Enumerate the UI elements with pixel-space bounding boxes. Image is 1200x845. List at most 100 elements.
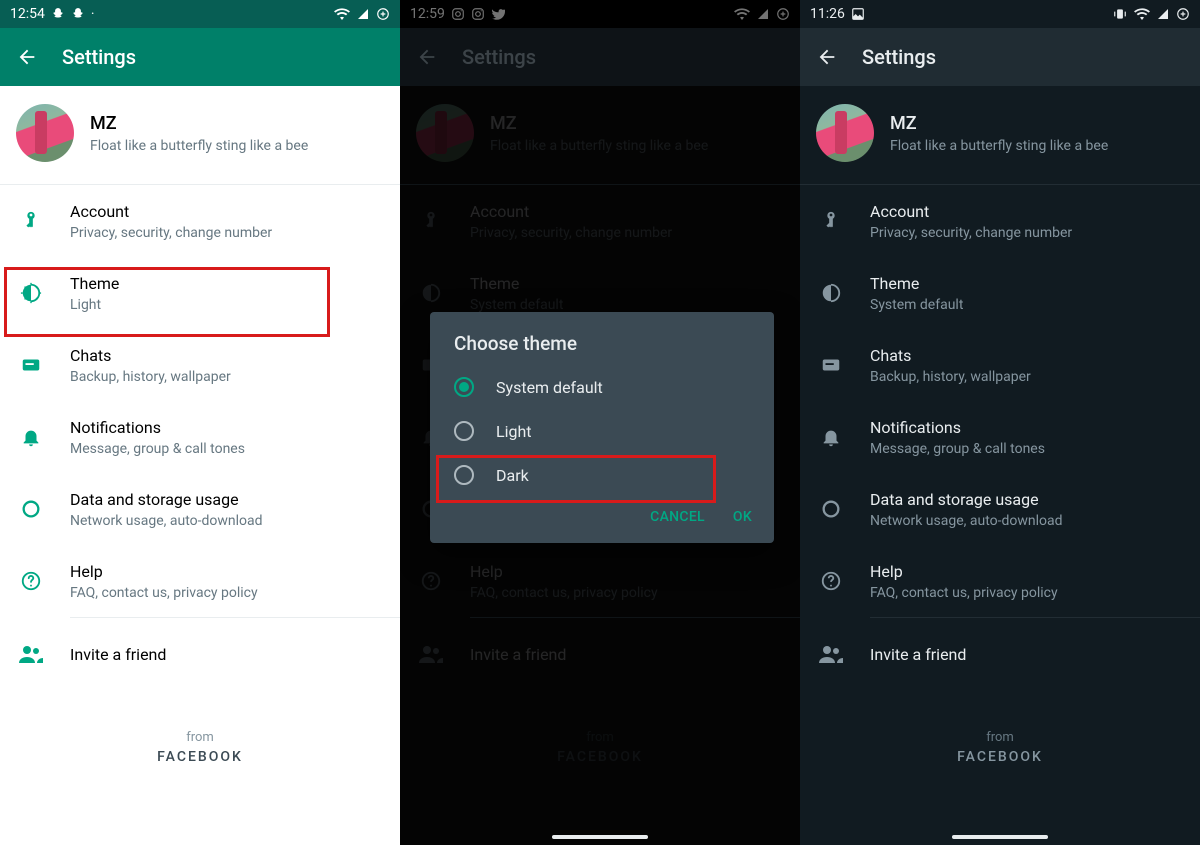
- data-usage-icon: [820, 498, 842, 520]
- option-label: Dark: [496, 466, 529, 485]
- notif-sub: Message, group & call tones: [70, 441, 245, 457]
- cellular-icon: [1156, 8, 1170, 20]
- option-label: Light: [496, 422, 532, 441]
- profile-status: Float like a butterfly sting like a bee: [890, 138, 1108, 154]
- help-icon: [820, 570, 842, 592]
- account-title: Account: [870, 202, 1072, 221]
- settings-item-invite[interactable]: Invite a friend: [0, 618, 400, 690]
- settings-item-chats[interactable]: Chats Backup, history, wallpaper: [0, 329, 400, 401]
- page-title: Settings: [862, 45, 936, 69]
- notif-title: Notifications: [870, 418, 1045, 437]
- settings-item-chats[interactable]: Chats Backup, history, wallpaper: [800, 329, 1200, 401]
- theme-sub: Light: [70, 297, 119, 313]
- theme-option-light[interactable]: Light: [430, 409, 774, 453]
- settings-item-help[interactable]: HelpFAQ, contact us, privacy policy: [0, 545, 400, 617]
- theme-option-default[interactable]: System default: [430, 365, 774, 409]
- radio-icon: [454, 465, 474, 485]
- wifi-icon: [334, 8, 350, 20]
- account-title: Account: [70, 202, 272, 221]
- profile-name: MZ: [890, 113, 1108, 134]
- clock: 11:26: [810, 6, 845, 22]
- settings-item-account[interactable]: Account Privacy, security, change number: [800, 185, 1200, 257]
- statusbar: 11:26: [800, 0, 1200, 28]
- invite-title: Invite a friend: [70, 645, 166, 664]
- profile-name: MZ: [90, 113, 308, 134]
- settings-item-data[interactable]: Data and storage usage Network usage, aut…: [800, 473, 1200, 545]
- vibrate-icon: [1112, 7, 1128, 21]
- data-title: Data and storage usage: [870, 490, 1063, 509]
- back-icon[interactable]: [16, 46, 38, 68]
- footer-facebook: FACEBOOK: [0, 749, 400, 765]
- footer-facebook: FACEBOOK: [800, 749, 1200, 765]
- key-icon: [820, 210, 842, 232]
- footer-from: from: [0, 730, 400, 745]
- avatar: [816, 104, 874, 162]
- help-sub: FAQ, contact us, privacy policy: [70, 585, 258, 601]
- notif-title: Notifications: [70, 418, 245, 437]
- profile-status: Float like a butterfly sting like a bee: [90, 138, 308, 154]
- snapchat-icon: [51, 7, 65, 21]
- chats-title: Chats: [70, 346, 231, 365]
- people-icon: [19, 645, 43, 663]
- theme-title: Theme: [70, 274, 119, 293]
- settings-item-invite[interactable]: Invite a friend: [800, 618, 1200, 690]
- screen-dialog: 12:59 Settings MZFloat like a butterfly …: [400, 0, 800, 845]
- appbar: Settings: [800, 28, 1200, 86]
- wifi-icon: [1134, 8, 1150, 20]
- nav-handle[interactable]: [952, 835, 1048, 839]
- invite-title: Invite a friend: [870, 645, 966, 664]
- footer: from FACEBOOK: [0, 690, 400, 765]
- profile-row[interactable]: MZ Float like a butterfly sting like a be…: [800, 86, 1200, 184]
- chats-title: Chats: [870, 346, 1031, 365]
- theme-icon: [20, 282, 42, 304]
- chats-icon: [20, 354, 42, 376]
- account-sub: Privacy, security, change number: [870, 225, 1072, 241]
- clock: 12:54: [10, 6, 45, 22]
- page-title: Settings: [62, 45, 136, 69]
- data-saver-icon: [1176, 7, 1190, 21]
- radio-icon: [454, 377, 474, 397]
- key-icon: [20, 210, 42, 232]
- data-sub: Network usage, auto-download: [870, 513, 1063, 529]
- help-title: Help: [870, 562, 1058, 581]
- theme-title: Theme: [870, 274, 963, 293]
- help-sub: FAQ, contact us, privacy policy: [870, 585, 1058, 601]
- settings-item-data[interactable]: Data and storage usage Network usage, aut…: [0, 473, 400, 545]
- avatar: [16, 104, 74, 162]
- footer-from: from: [800, 730, 1200, 745]
- appbar: Settings: [0, 28, 400, 86]
- screen-light: 12:54 · Settings MZ Float like a butterf…: [0, 0, 400, 845]
- account-sub: Privacy, security, change number: [70, 225, 272, 241]
- settings-item-theme[interactable]: Theme System default: [800, 257, 1200, 329]
- bell-icon: [820, 426, 842, 448]
- settings-item-account[interactable]: Account Privacy, security, change number: [0, 185, 400, 257]
- nav-handle[interactable]: [552, 835, 648, 839]
- profile-row[interactable]: MZ Float like a butterfly sting like a b…: [0, 86, 400, 184]
- help-icon: [20, 570, 42, 592]
- settings-item-notifications[interactable]: NotificationsMessage, group & call tones: [800, 401, 1200, 473]
- footer: from FACEBOOK: [800, 690, 1200, 765]
- cancel-button[interactable]: CANCEL: [650, 509, 705, 525]
- screenshot-triptych: 12:54 · Settings MZ Float like a butterf…: [0, 0, 1200, 845]
- settings-item-help[interactable]: Help FAQ, contact us, privacy policy: [800, 545, 1200, 617]
- theme-icon: [820, 282, 842, 304]
- option-label: System default: [496, 378, 603, 397]
- data-usage-icon: [20, 498, 42, 520]
- data-title: Data and storage usage: [70, 490, 263, 509]
- settings-item-theme[interactable]: Theme Light: [0, 257, 400, 329]
- notification-dot: ·: [91, 6, 95, 22]
- settings-item-notifications[interactable]: Notifications Message, group & call tones: [0, 401, 400, 473]
- data-sub: Network usage, auto-download: [70, 513, 263, 529]
- bell-icon: [20, 426, 42, 448]
- screen-dark: 11:26 Settings MZ Float like a butterfly …: [800, 0, 1200, 845]
- cellular-icon: [356, 8, 370, 20]
- chats-sub: Backup, history, wallpaper: [70, 369, 231, 385]
- ok-button[interactable]: OK: [733, 509, 752, 525]
- theme-option-dark[interactable]: Dark: [430, 453, 774, 497]
- radio-icon: [454, 421, 474, 441]
- back-icon[interactable]: [816, 46, 838, 68]
- theme-sub: System default: [870, 297, 963, 313]
- image-icon: [851, 7, 865, 21]
- theme-dialog: Choose theme System default Light Dark C…: [430, 312, 774, 543]
- chats-sub: Backup, history, wallpaper: [870, 369, 1031, 385]
